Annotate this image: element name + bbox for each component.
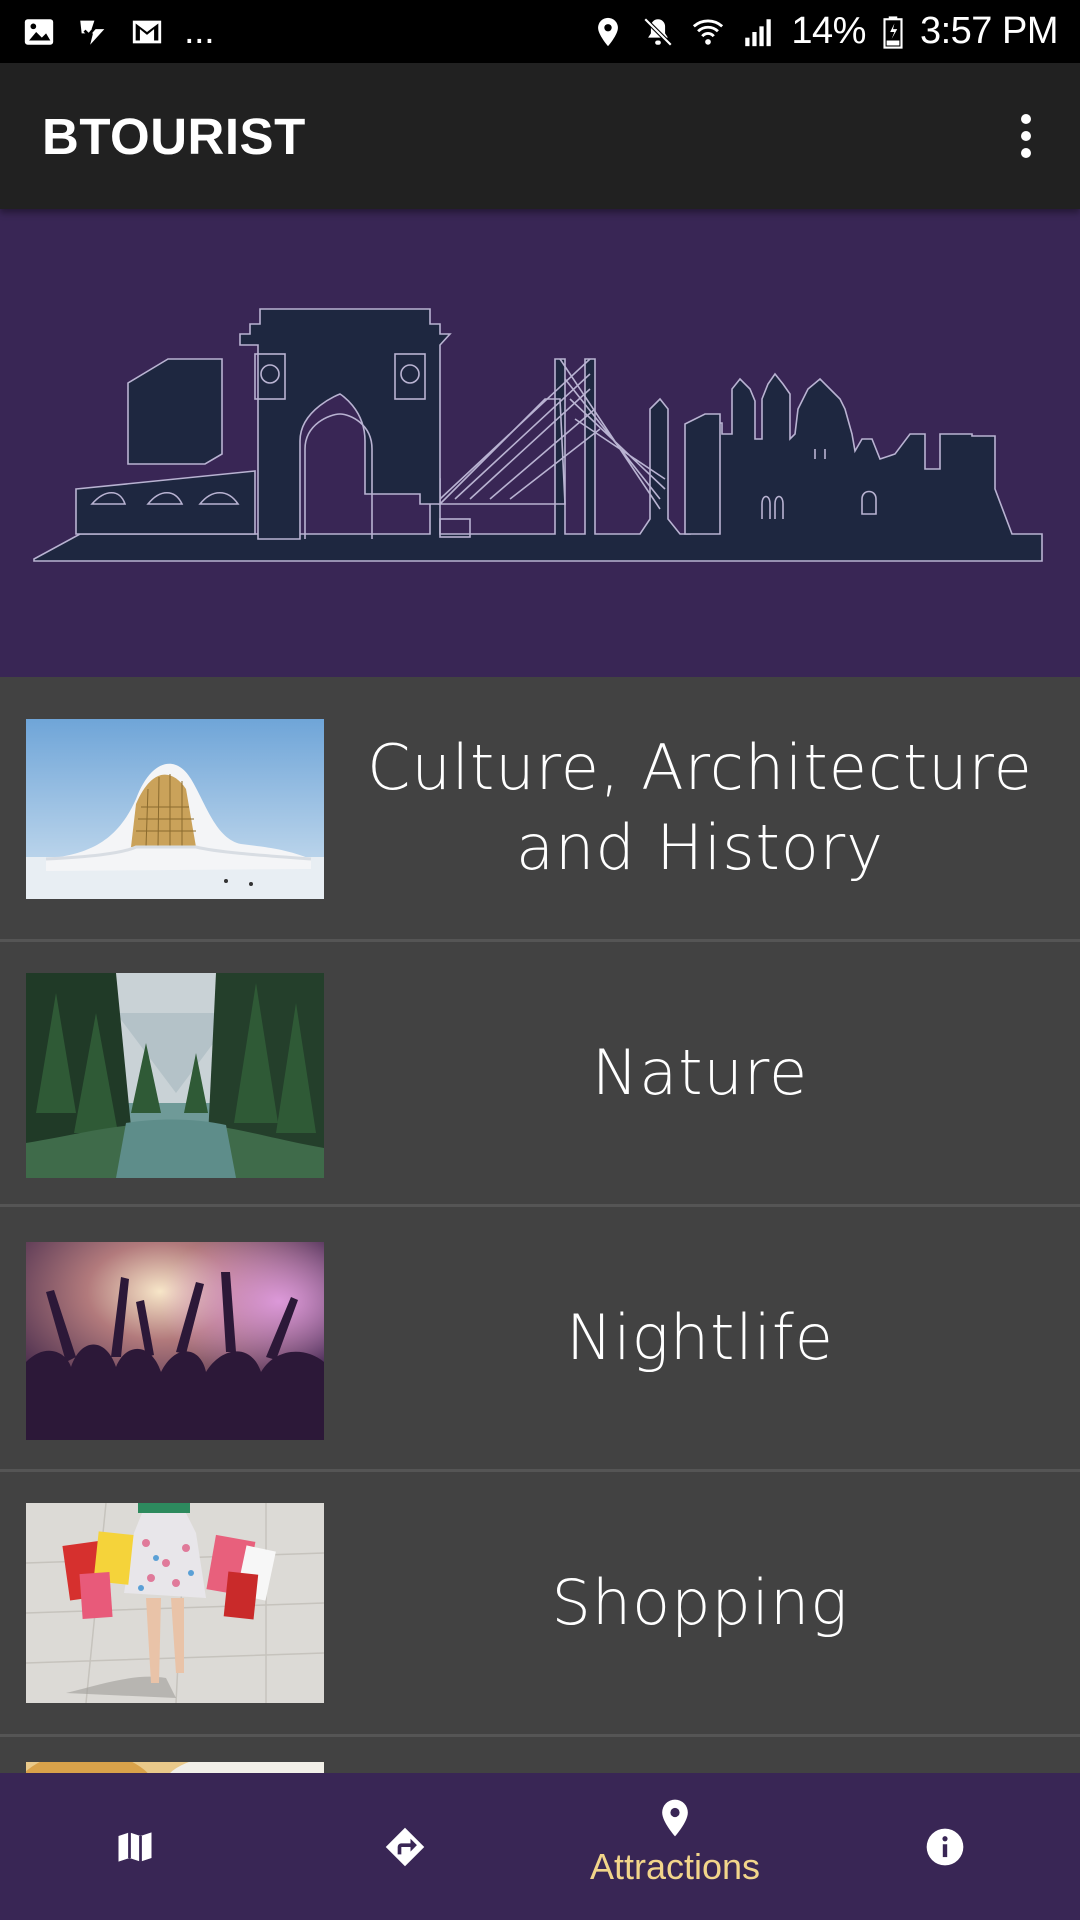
- status-bar: ... 14% 3:57 PM: [0, 0, 1080, 63]
- task-check-icon: [76, 15, 110, 49]
- nav-directions[interactable]: [270, 1773, 540, 1920]
- category-list: Culture, Architecture and History Nature: [0, 677, 1080, 1773]
- category-row-food[interactable]: [0, 1737, 1080, 1773]
- directions-icon: [385, 1827, 425, 1866]
- category-label: Culture, Architecture and History: [367, 731, 1033, 884]
- nav-label-attractions: Attractions: [589, 1845, 761, 1887]
- concert-crowd-photo: [26, 1242, 324, 1440]
- place-icon: [662, 1799, 688, 1836]
- gmail-icon: [130, 15, 164, 49]
- clock: 3:57 PM: [919, 10, 1059, 52]
- map-icon: [118, 1831, 152, 1862]
- category-label: Nightlife: [566, 1301, 834, 1374]
- city-skyline-illustration: [33, 308, 1043, 562]
- signal-icon: [741, 15, 775, 49]
- mute-icon: [641, 15, 675, 49]
- forest-river-photo: [26, 973, 324, 1178]
- skyline-banner: [0, 209, 1080, 677]
- category-row-nightlife[interactable]: Nightlife: [0, 1207, 1080, 1472]
- category-row-shopping[interactable]: Shopping: [0, 1472, 1080, 1737]
- app-title: BTOURIST: [42, 107, 306, 165]
- nav-map[interactable]: [0, 1773, 270, 1920]
- bottom-navigation: Attractions: [0, 1773, 1080, 1920]
- modern-building-photo: [26, 719, 324, 899]
- info-icon: [926, 1828, 964, 1865]
- battery-percent: 14%: [791, 10, 866, 52]
- location-icon: [591, 15, 625, 49]
- battery-icon: [882, 15, 904, 49]
- more-vert-icon[interactable]: [996, 96, 1056, 176]
- image-icon: [22, 15, 56, 49]
- category-row-culture[interactable]: Culture, Architecture and History: [0, 677, 1080, 942]
- wifi-icon: [691, 15, 725, 49]
- category-label: Shopping: [551, 1566, 849, 1639]
- notification-overflow: ...: [184, 10, 215, 52]
- nav-info[interactable]: [810, 1773, 1080, 1920]
- category-label: Nature: [591, 1036, 809, 1109]
- nav-attractions[interactable]: Attractions: [540, 1773, 810, 1920]
- category-row-nature[interactable]: Nature: [0, 942, 1080, 1207]
- food-photo: [26, 1762, 324, 1773]
- category-label: [330, 1737, 1070, 1773]
- shopping-bags-photo: [26, 1503, 324, 1703]
- app-bar: BTOURIST: [0, 63, 1080, 209]
